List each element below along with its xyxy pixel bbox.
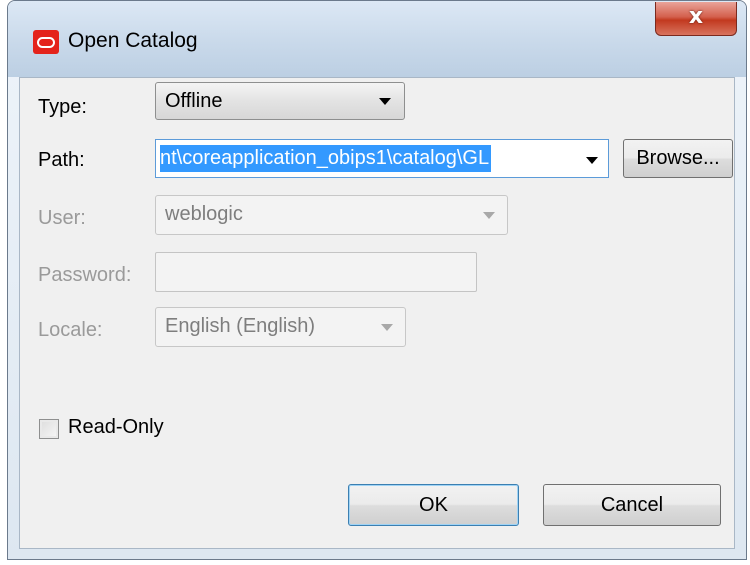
- password-label: Password:: [38, 264, 132, 286]
- screen: Open Catalog x Type: Offline Path: nt\co…: [0, 0, 750, 565]
- user-label: User:: [38, 207, 86, 229]
- dialog-body: Type: Offline Path: nt\coreapplication_o…: [19, 77, 735, 549]
- open-catalog-dialog: Open Catalog x Type: Offline Path: nt\co…: [7, 0, 747, 560]
- user-value: weblogic: [165, 203, 243, 225]
- chevron-down-icon: [379, 98, 391, 105]
- read-only-checkbox[interactable]: [39, 419, 59, 439]
- chevron-down-icon[interactable]: [586, 157, 598, 164]
- path-label: Path:: [38, 149, 85, 171]
- path-value: nt\coreapplication_obips1\catalog\GL: [160, 145, 492, 172]
- chevron-down-icon: [483, 212, 495, 219]
- password-field[interactable]: [155, 252, 477, 292]
- type-dropdown[interactable]: Offline: [155, 82, 405, 120]
- locale-dropdown[interactable]: English (English): [155, 307, 406, 347]
- close-button[interactable]: x: [655, 2, 737, 36]
- oracle-logo-icon: [33, 30, 59, 54]
- read-only-label[interactable]: Read-Only: [68, 416, 164, 439]
- user-dropdown[interactable]: weblogic: [155, 195, 508, 235]
- title-bar[interactable]: Open Catalog x: [8, 1, 746, 77]
- browse-button[interactable]: Browse...: [623, 139, 733, 178]
- path-combo[interactable]: nt\coreapplication_obips1\catalog\GL: [155, 139, 609, 178]
- chevron-down-icon: [381, 324, 393, 331]
- close-icon: x: [688, 4, 704, 29]
- type-value: Offline: [165, 90, 223, 112]
- type-label: Type:: [38, 96, 87, 118]
- locale-value: English (English): [165, 315, 316, 337]
- dialog-title: Open Catalog: [68, 29, 198, 52]
- locale-label: Locale:: [38, 319, 103, 341]
- ok-button[interactable]: OK: [348, 484, 519, 526]
- cancel-button[interactable]: Cancel: [543, 484, 721, 526]
